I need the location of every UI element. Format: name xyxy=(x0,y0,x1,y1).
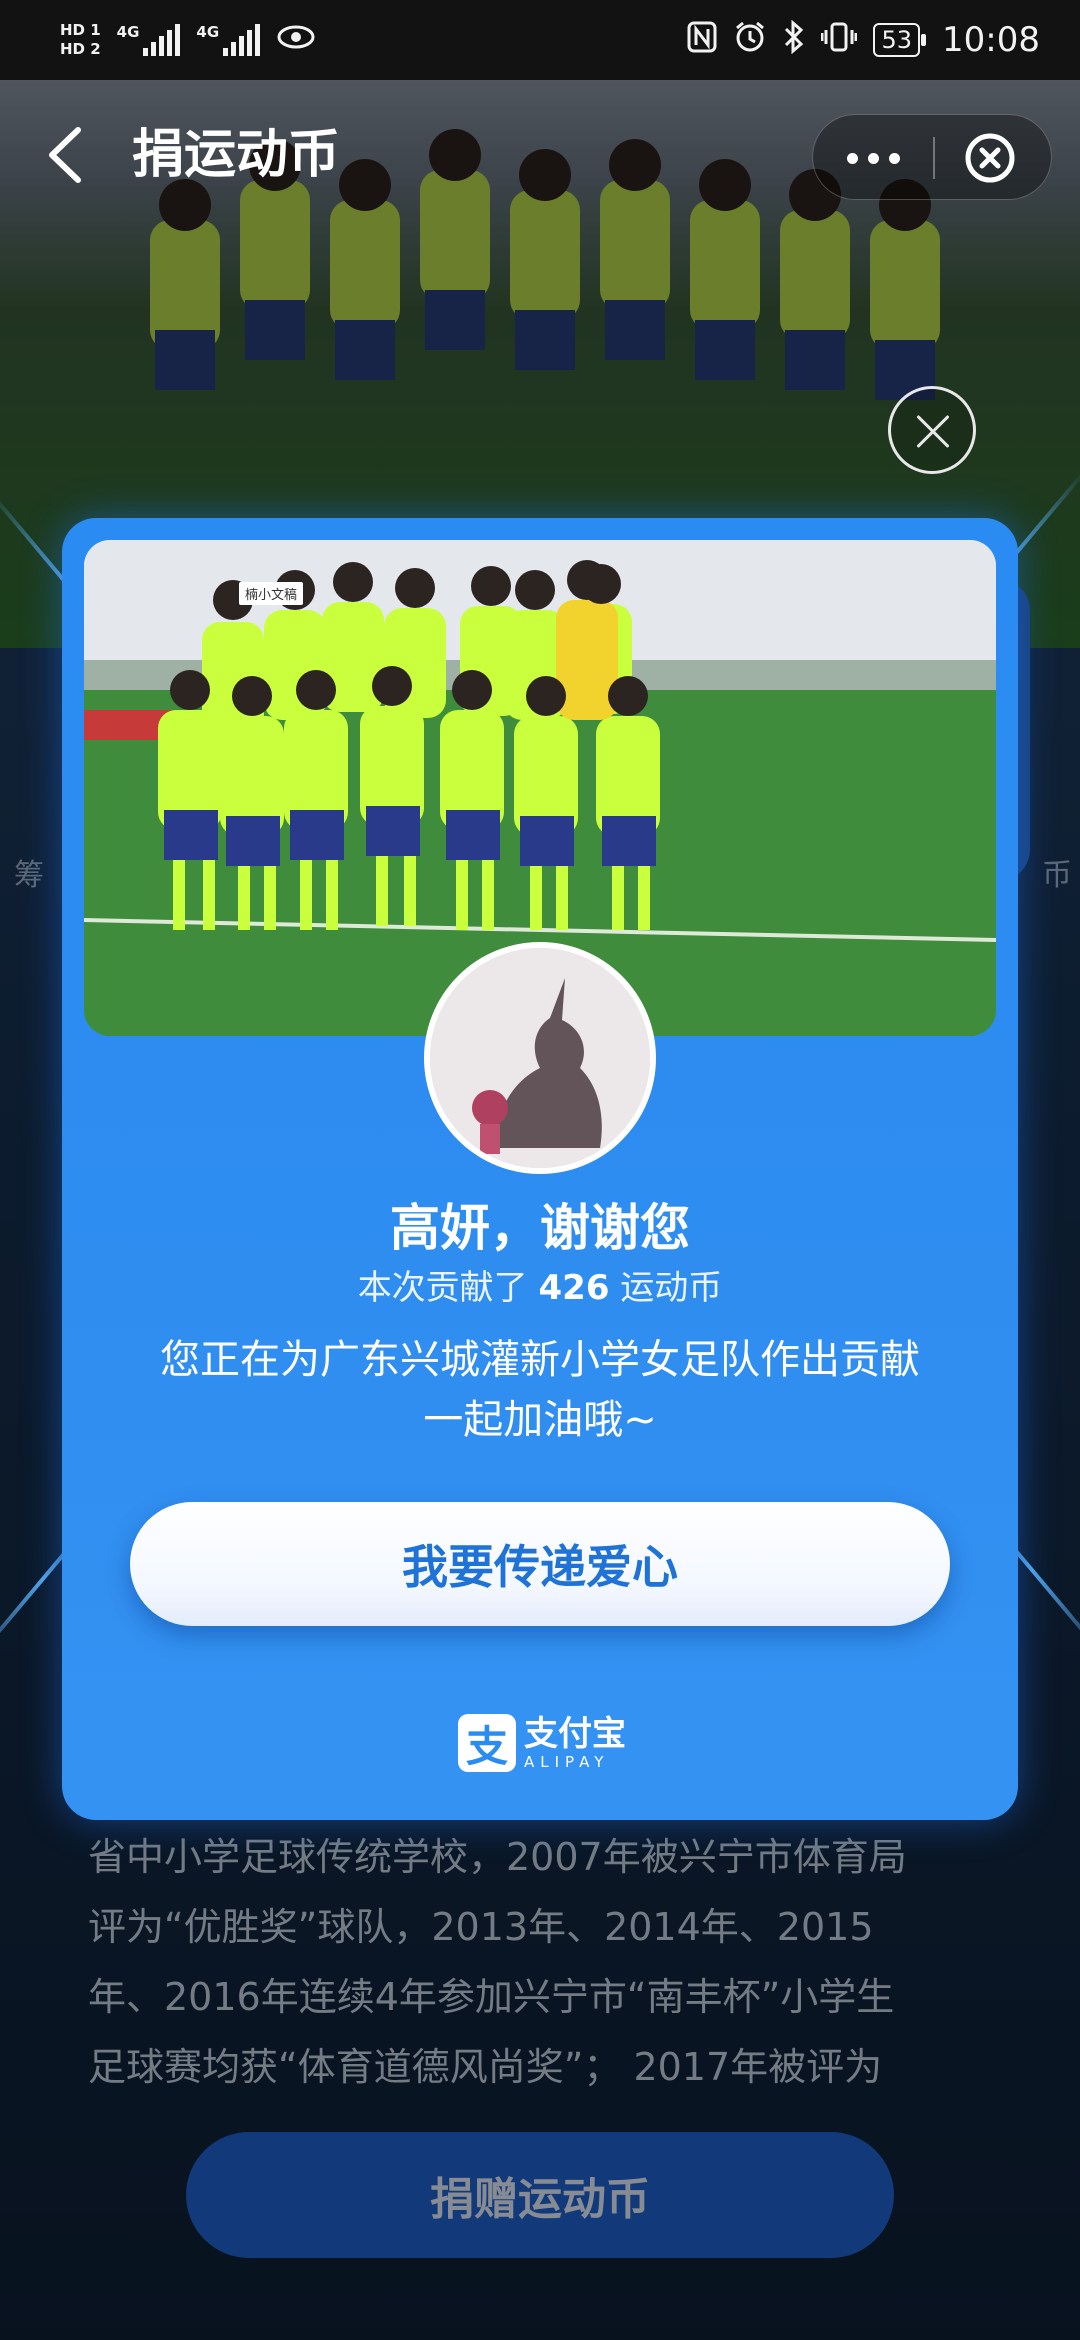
modal-close-button[interactable] xyxy=(888,386,976,474)
hd-indicator: HD 1 HD 2 xyxy=(60,22,101,58)
cause-message: 您正在为广东兴城灌新小学女足队作出贡献 一起加油哦~ xyxy=(62,1330,1018,1450)
battery-icon: 53 xyxy=(873,23,926,57)
alipay-icon: 支 xyxy=(458,1714,516,1772)
pass-on-love-button[interactable]: 我要传递爱心 xyxy=(130,1502,950,1626)
contribution-prefix: 本次贡献了 xyxy=(357,1268,528,1308)
exit-miniapp-button[interactable] xyxy=(963,131,1017,185)
signal-icon-2: 4G xyxy=(196,23,261,56)
miniapp-capsule xyxy=(812,114,1052,200)
alipay-name-cn: 支付宝 xyxy=(524,1713,626,1754)
contribution-amount: 426 xyxy=(538,1268,610,1308)
contribution-suffix: 运动币 xyxy=(620,1268,723,1308)
cause-message-line: 您正在为广东兴城灌新小学女足队作出贡献 xyxy=(160,1337,920,1383)
cause-message-line: 一起加油哦~ xyxy=(423,1397,657,1443)
eye-icon xyxy=(276,23,316,57)
status-bar: HD 1 HD 2 4G 4G 53 10:08 xyxy=(0,0,1080,80)
nfc-icon xyxy=(687,21,717,59)
alipay-name-en: ALIPAY xyxy=(524,1752,610,1771)
vibrate-icon xyxy=(820,21,858,59)
thanks-heading: 高妍，谢谢您 xyxy=(390,1199,690,1257)
capsule-divider xyxy=(933,137,935,179)
back-button[interactable] xyxy=(40,120,90,190)
donation-thanks-modal: 楠小文稿 高妍，谢谢您 本次贡献了 426 运动币 您正在为广东兴城灌新小学女足… xyxy=(62,518,1018,1820)
page-title: 捐运动币 xyxy=(132,125,341,185)
hd1-label: HD 1 xyxy=(60,21,101,39)
hd2-label: HD 2 xyxy=(60,40,101,58)
unicorn-avatar-image xyxy=(430,948,650,1168)
network-type-1: 4G xyxy=(116,23,140,41)
more-dot-icon xyxy=(867,152,879,164)
clock: 10:08 xyxy=(942,20,1040,60)
alarm-icon xyxy=(733,20,767,60)
network-type-2: 4G xyxy=(196,23,220,41)
more-dot-icon xyxy=(888,152,900,164)
photo-watermark-tag: 楠小文稿 xyxy=(239,582,304,605)
more-options-button[interactable] xyxy=(813,115,933,201)
bluetooth-icon xyxy=(783,19,805,60)
signal-icon-1: 4G xyxy=(117,24,181,56)
close-circle-icon xyxy=(965,133,1015,183)
user-avatar xyxy=(424,942,656,1174)
alipay-logo: 支 支付宝 ALIPAY xyxy=(458,1714,626,1772)
back-arrow-icon xyxy=(49,127,81,183)
more-dot-icon xyxy=(846,152,858,164)
contribution-summary: 本次贡献了 426 运动币 xyxy=(62,1260,1018,1309)
app-header: 捐运动币 xyxy=(0,80,1080,226)
